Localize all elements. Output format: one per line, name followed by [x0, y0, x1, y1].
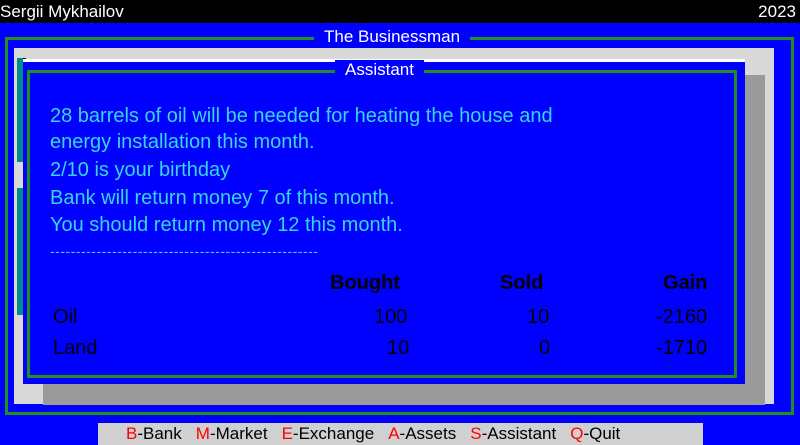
menu-item-label: -Market — [209, 424, 268, 443]
separator-line: ----------------------------------------… — [50, 243, 319, 259]
table-cell-gain: -2160 — [656, 306, 708, 328]
hotkey-letter: M — [195, 424, 210, 443]
message-line: You should return money 12 this month. — [50, 214, 403, 236]
menu-item-bank[interactable]: B-Bank — [126, 423, 182, 445]
menu-item-exchange[interactable]: E-Exchange — [282, 423, 375, 445]
table-cell-bought: 100 — [374, 306, 408, 328]
hotkey-letter: S — [470, 424, 482, 443]
author-name: Sergii Mykhailov — [0, 2, 124, 21]
assistant-title: Assistant — [335, 60, 424, 80]
table-header-gain: Gain — [663, 272, 708, 294]
message-line: energy installation this month. — [50, 131, 315, 153]
menu-item-label: -Exchange — [292, 424, 375, 443]
table-cell-bought: 10 — [387, 337, 410, 359]
message-line: Bank will return money 7 of this month. — [50, 187, 395, 209]
menu-item-assistant[interactable]: S-Assistant — [470, 423, 556, 445]
menu-item-label: -Quit — [583, 424, 621, 443]
message-line: 2/10 is your birthday — [50, 159, 231, 181]
table-row-label: Land — [53, 337, 98, 359]
top-bar: Sergii Mykhailov 2023 — [0, 0, 800, 23]
menu-item-label: -Assistant — [481, 424, 557, 443]
hotkey-menu: B-Bank M-Market E-Exchange A-Assets S-Assist… — [98, 423, 703, 445]
hotkey-letter: A — [388, 424, 400, 443]
menu-item-quit[interactable]: Q-Quit — [570, 423, 620, 445]
main-window-title: The Businessman — [314, 27, 471, 47]
bottom-bar: B-Bank M-Market E-Exchange A-Assets S-Assist… — [0, 423, 800, 445]
year-label: 2023 — [758, 2, 796, 21]
table-row-label: Oil — [53, 306, 78, 328]
message-line: 28 barrels of oil will be needed for hea… — [50, 105, 553, 127]
table-cell-sold: 10 — [527, 306, 550, 328]
hotkey-letter: B — [126, 424, 138, 443]
hotkey-letter: E — [281, 424, 293, 443]
table-cell-sold: 0 — [539, 337, 551, 359]
menu-item-label: -Bank — [137, 424, 182, 443]
table-header-sold: Sold — [500, 272, 544, 294]
hotkey-letter: Q — [570, 424, 584, 443]
menu-item-label: -Assets — [399, 424, 457, 443]
table-cell-gain: -1710 — [656, 337, 708, 359]
menu-item-market[interactable]: M-Market — [196, 423, 268, 445]
table-header-bought: Bought — [330, 272, 400, 294]
menu-item-assets[interactable]: A-Assets — [388, 423, 456, 445]
